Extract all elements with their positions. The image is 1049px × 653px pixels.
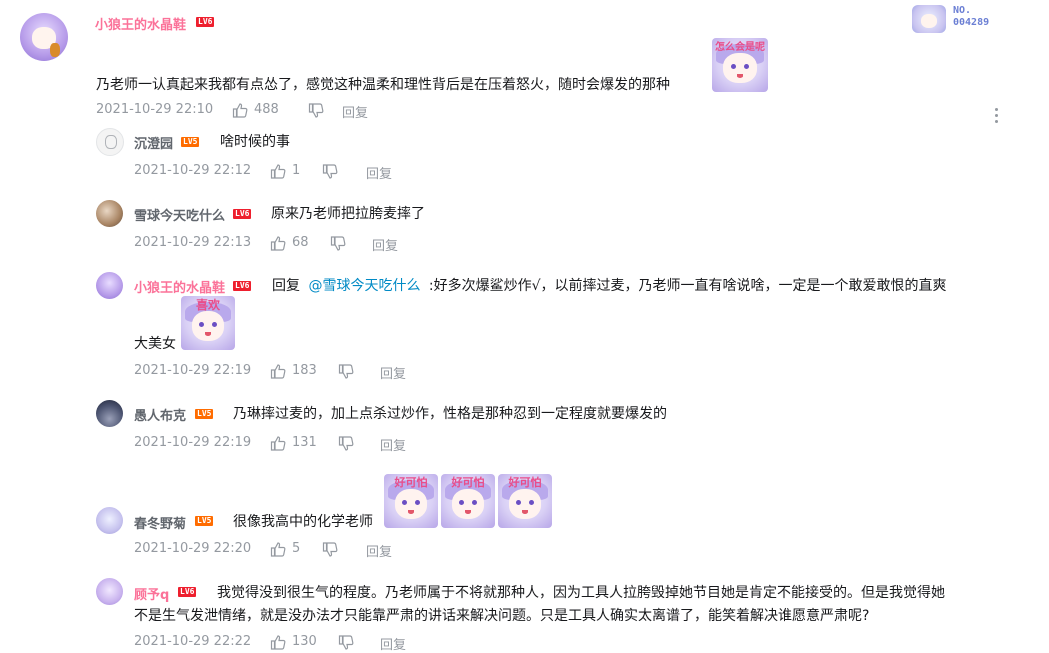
reply-like-count: 130	[292, 634, 317, 649]
reply-meta: 2021-10-29 22:12 1 回复	[134, 163, 534, 182]
dislike-icon[interactable]	[322, 164, 338, 180]
root-time: 2021-10-29 22:10	[96, 102, 214, 117]
dislike-icon[interactable]	[338, 635, 354, 651]
dislike-icon[interactable]	[338, 436, 354, 452]
reply-username[interactable]: 春冬野菊	[134, 513, 186, 532]
reply-level-badge: LV5	[195, 409, 214, 419]
dislike-icon[interactable]	[308, 103, 324, 119]
root-content: 乃老师一认真起来我都有点怂了，感觉这种温柔和理性背后是在压着怒火，随时会爆发的那…	[96, 77, 670, 93]
reply-time: 2021-10-29 22:22	[134, 634, 252, 649]
reply-content: 啥时候的事	[220, 134, 290, 150]
reply-meta: 2021-10-29 22:22 130 回复	[134, 634, 534, 653]
reply-avatar[interactable]	[96, 507, 123, 534]
reply-sticker-label: 好可怕	[394, 476, 428, 489]
reply-prefix: 回复	[272, 278, 300, 294]
reply-reply-button[interactable]: 回复	[380, 634, 406, 653]
reply-sticker-label: 好可怕	[451, 476, 485, 489]
reply-level-badge: LV6	[233, 209, 252, 219]
like-icon[interactable]	[270, 235, 286, 251]
root-level-badge: LV6	[196, 17, 215, 27]
reply-content: 回复 @雪球今天吃什么 :好多次爆鲨炒作√，以前摔过麦，乃老师一直有啥说啥，一定…	[272, 275, 947, 295]
mention-link[interactable]: @雪球今天吃什么	[308, 278, 420, 294]
reply-username[interactable]: 愚人布克	[134, 405, 186, 424]
reply-avatar[interactable]	[96, 578, 123, 605]
reply-meta: 2021-10-29 22:20 5 回复	[134, 541, 534, 560]
root-username[interactable]: 小狼王的水晶鞋	[95, 14, 186, 33]
more-options-icon[interactable]	[990, 106, 1004, 126]
reply-avatar[interactable]	[96, 128, 124, 156]
reply-reply-button[interactable]: 回复	[366, 541, 392, 560]
root-avatar[interactable]	[20, 13, 68, 61]
reply-time: 2021-10-29 22:13	[134, 235, 252, 250]
reply-meta: 2021-10-29 22:13 68 回复	[134, 235, 534, 254]
fan-medal-badge[interactable]: NO. 004289	[912, 3, 1002, 33]
reply-content: 我觉得没到很生气的程度。乃老师属于不将就那种人，因为工具人拉胯毁掉她节目她是肯定…	[217, 585, 945, 601]
reply-content: 原来乃老师把拉胯麦摔了	[271, 206, 425, 222]
reply-level-badge: LV6	[233, 281, 252, 291]
reply-like-count: 68	[292, 235, 309, 250]
like-icon[interactable]	[232, 102, 248, 118]
reply-sticker: 好可怕	[441, 474, 495, 528]
reply-username[interactable]: 顾予q	[134, 584, 169, 603]
reply-sticker: 好可怕	[498, 474, 552, 528]
like-icon[interactable]	[270, 163, 286, 179]
fan-medal-no: NO.	[953, 5, 972, 16]
reply-username[interactable]: 小狼王的水晶鞋	[134, 277, 225, 296]
reply-reply-button[interactable]: 回复	[366, 163, 392, 182]
like-icon[interactable]	[270, 435, 286, 451]
fan-medal-avatar-icon	[912, 5, 946, 33]
reply-sticker: 好可怕	[384, 474, 438, 528]
reply-content-line2: 大美女	[134, 336, 176, 352]
like-icon[interactable]	[270, 541, 286, 557]
like-icon[interactable]	[270, 634, 286, 650]
reply-avatar[interactable]	[96, 200, 123, 227]
like-icon[interactable]	[270, 363, 286, 379]
reply-content-text: :好多次爆鲨炒作√，以前摔过麦，乃老师一直有啥说啥，一定是一个敢爱敢恨的直爽	[428, 278, 947, 294]
reply-reply-button[interactable]: 回复	[372, 235, 398, 254]
reply-level-badge: LV5	[195, 516, 214, 526]
reply-like-count: 131	[292, 435, 317, 450]
root-like-count: 488	[254, 102, 279, 117]
reply-level-badge: LV6	[178, 587, 197, 597]
reply-time: 2021-10-29 22:20	[134, 541, 252, 556]
reply-sticker-label: 好可怕	[508, 476, 542, 489]
reply-time: 2021-10-29 22:12	[134, 163, 252, 178]
reply-sticker: 喜欢	[181, 296, 235, 350]
reply-content: 乃琳摔过麦的，加上点杀过炒作，性格是那种忍到一定程度就要爆发的	[233, 406, 667, 422]
reply-content-line2: 不是生气发泄情绪，就是没办法才只能靠严肃的讲话来解决问题。只是工具人确实太离谱了…	[134, 608, 870, 624]
reply-avatar[interactable]	[96, 400, 123, 427]
dislike-icon[interactable]	[330, 236, 346, 252]
reply-like-count: 5	[292, 541, 301, 556]
reply-meta: 2021-10-29 22:19 131 回复	[134, 435, 534, 454]
reply-like-count: 1	[292, 163, 301, 178]
reply-level-badge: LV5	[181, 137, 200, 147]
reply-time: 2021-10-29 22:19	[134, 435, 252, 450]
reply-content: 很像我高中的化学老师	[233, 514, 373, 530]
reply-like-count: 183	[292, 363, 317, 378]
root-reply-button[interactable]: 回复	[342, 102, 368, 121]
reply-username[interactable]: 沉澄园	[134, 133, 173, 152]
reply-sticker-label: 喜欢	[195, 298, 220, 312]
root-sticker: 怎么会是呢	[712, 38, 768, 92]
reply-meta: 2021-10-29 22:19 183 回复	[134, 363, 534, 382]
reply-time: 2021-10-29 22:19	[134, 363, 252, 378]
reply-username[interactable]: 雪球今天吃什么	[134, 205, 225, 224]
dislike-icon[interactable]	[338, 364, 354, 380]
dislike-icon[interactable]	[322, 542, 338, 558]
root-meta: 2021-10-29 22:10 488 回复	[96, 102, 496, 121]
fan-medal-number: 004289	[953, 17, 990, 28]
reply-avatar[interactable]	[96, 272, 123, 299]
root-sticker-label: 怎么会是呢	[715, 42, 765, 53]
reply-reply-button[interactable]: 回复	[380, 363, 406, 382]
reply-reply-button[interactable]: 回复	[380, 435, 406, 454]
